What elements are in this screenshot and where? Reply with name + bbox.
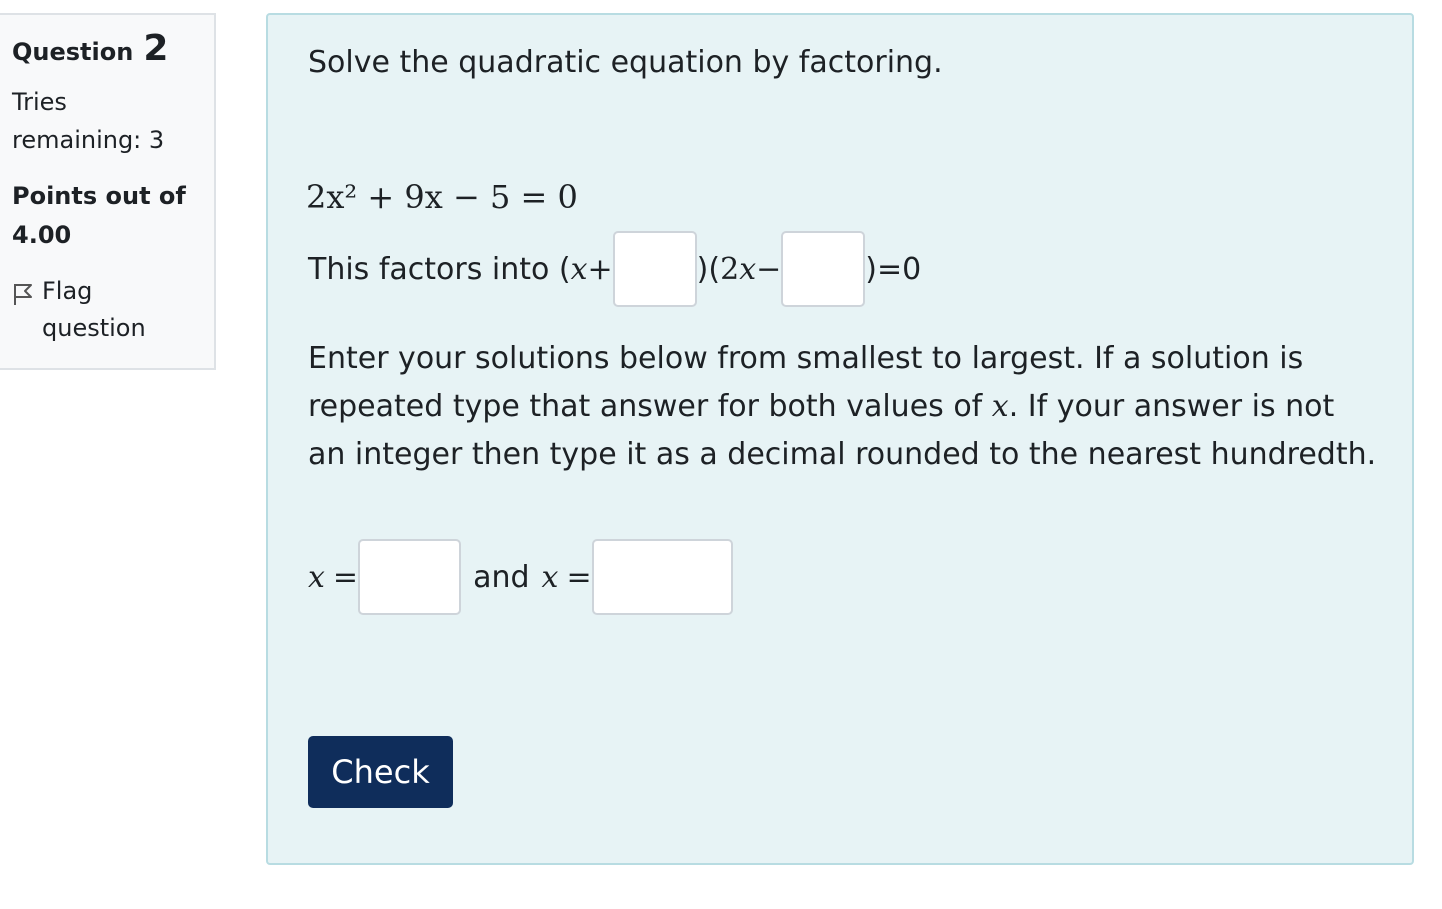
instructions-variable: x <box>991 389 1009 424</box>
points-out-of: Points out of 4.00 <box>12 182 186 249</box>
question-heading: Question 2 <box>12 31 202 67</box>
solution2-input[interactable] <box>591 539 733 615</box>
quadratic-equation: 2x² + 9x − 5 = 0 <box>306 178 578 216</box>
flag-question-label: Flag question <box>42 277 146 342</box>
factor1-operator: + <box>587 251 613 287</box>
flag-outline-icon <box>12 280 34 305</box>
factor2-input[interactable] <box>781 231 866 307</box>
factors-suffix: )=0 <box>865 251 922 287</box>
tries-remaining: Tries remaining: 3 <box>12 88 165 154</box>
solutions-row: x = and x = <box>308 539 733 615</box>
flag-question-link[interactable]: Flag question <box>12 273 202 347</box>
solution-joiner: and <box>473 559 530 595</box>
solution2-variable: x <box>541 559 559 595</box>
factor-middle: )( <box>696 251 721 287</box>
question-content-panel: Solve the quadratic equation by factorin… <box>266 13 1414 865</box>
solution1-variable: x <box>308 559 325 595</box>
check-button[interactable]: Check <box>308 736 453 808</box>
question-info-panel: Question 2 Tries remaining: 3 Points out… <box>0 13 216 370</box>
factor2-variable: x <box>739 251 757 287</box>
factor1-variable: x <box>570 251 588 287</box>
question-prompt: Solve the quadratic equation by factorin… <box>308 45 943 80</box>
solution2-equals: = <box>566 559 592 595</box>
factor1-input[interactable] <box>612 231 697 307</box>
factor-statement: This factors into ( x + )( 2 x − )=0 <box>308 231 921 307</box>
solution1-equals: = <box>332 559 359 595</box>
question-label: Question <box>12 38 134 66</box>
factors-prefix: This factors into ( <box>308 251 571 287</box>
solution1-input[interactable] <box>358 539 462 615</box>
factor2-coefficient: 2 <box>720 251 740 287</box>
question-number: 2 <box>143 28 169 69</box>
instructions-text: Enter your solutions below from smallest… <box>308 335 1378 479</box>
factor2-operator: − <box>756 251 782 287</box>
